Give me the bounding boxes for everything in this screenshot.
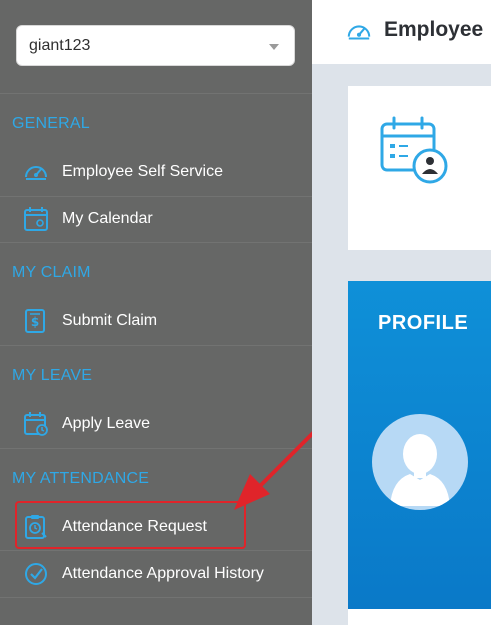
sidebar-item-label: Employee Self Service xyxy=(62,163,223,180)
sidebar-item-label: Apply Leave xyxy=(62,415,151,432)
svg-text:$: $ xyxy=(31,315,39,329)
calendar-user-icon xyxy=(24,207,48,231)
sidebar-item-label: Submit Claim xyxy=(62,312,158,329)
chevron-down-icon[interactable] xyxy=(269,44,279,50)
claim-dollar-icon: $ xyxy=(25,309,45,333)
divider xyxy=(0,242,312,243)
check-circle-icon xyxy=(25,563,47,585)
highlight-box xyxy=(15,501,246,549)
header: Employee xyxy=(312,0,491,64)
calendar-card[interactable] xyxy=(348,86,491,250)
profile-card: PROFILE xyxy=(348,281,491,609)
company-select-value: giant123 xyxy=(29,37,91,54)
sidebar-item-attendance-approval-history[interactable]: Attendance Approval History xyxy=(0,551,312,596)
main-content: Employee PROFILE xyxy=(312,0,491,625)
sidebar-item-label: My Calendar xyxy=(62,210,153,227)
divider xyxy=(0,93,312,94)
calendar-clock-icon xyxy=(24,412,48,436)
profile-title: PROFILE xyxy=(378,312,469,334)
section-title-general: GENERAL xyxy=(12,115,90,132)
avatar[interactable] xyxy=(372,414,468,510)
speedometer-icon xyxy=(347,25,371,40)
sidebar: giant123 GENERAL Employee Self Service M… xyxy=(0,0,322,625)
page-title: Employee xyxy=(384,18,484,41)
arrow-annotation-icon xyxy=(234,424,322,510)
sidebar-item-my-calendar[interactable]: My Calendar xyxy=(0,196,312,241)
sidebar-item-submit-claim[interactable]: $ Submit Claim xyxy=(0,298,312,343)
card-footer xyxy=(348,609,491,625)
calendar-user-icon xyxy=(380,116,448,184)
sidebar-item-employee-self-service[interactable]: Employee Self Service xyxy=(0,149,312,194)
divider xyxy=(0,345,312,346)
user-silhouette-icon xyxy=(390,434,450,506)
speedometer-icon xyxy=(25,166,47,180)
divider xyxy=(0,597,312,598)
sidebar-item-label: Attendance Approval History xyxy=(62,565,264,582)
section-title-my-leave: MY LEAVE xyxy=(12,367,93,384)
company-select[interactable]: giant123 xyxy=(16,25,295,66)
section-title-my-claim: MY CLAIM xyxy=(12,264,91,281)
section-title-my-attendance: MY ATTENDANCE xyxy=(12,470,150,487)
